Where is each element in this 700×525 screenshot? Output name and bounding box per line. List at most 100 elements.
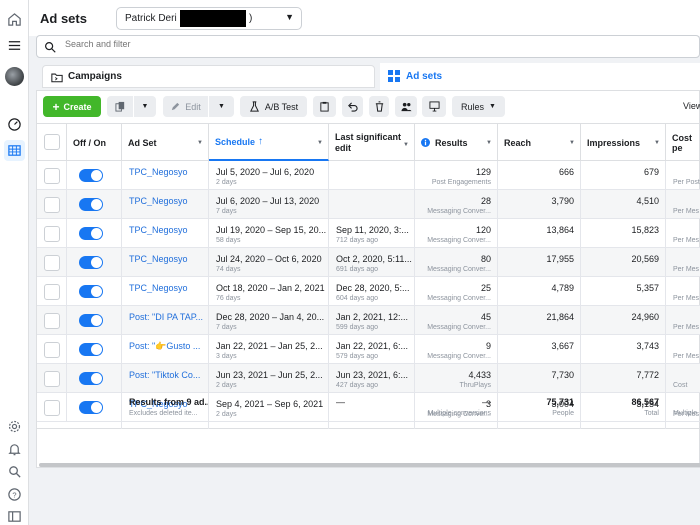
search-filter-bar[interactable] (36, 35, 700, 58)
tab-campaigns[interactable]: Campaigns (42, 65, 375, 88)
impressions-value: 20,569 (631, 254, 659, 264)
adset-name-link[interactable]: TPC_Negosyo (129, 196, 188, 206)
row-toggle-cell (67, 190, 122, 218)
last-edit-date: Sep 11, 2020, 3:... (336, 225, 409, 235)
adset-name-link[interactable]: Post: "DI PA TAP... (129, 312, 203, 322)
results-type: Messaging Conver... (427, 324, 491, 331)
undo-button[interactable] (342, 96, 363, 117)
notifications-bell-icon[interactable] (4, 439, 25, 460)
last-edit-ago: 604 days ago (336, 295, 379, 302)
schedule-range: Jun 23, 2021 – Jun 25, 2... (216, 370, 323, 380)
results-type: Post Engagements (431, 179, 491, 186)
impressions-value: 5,357 (636, 283, 659, 293)
table-row[interactable]: TPC_Negosyo Jul 24, 2020 – Oct 6, 2020 74 … (37, 248, 700, 277)
last-edit-date: Jun 23, 2021, 6:... (336, 370, 409, 380)
col-impressions[interactable]: Impressions ▼ (581, 124, 666, 161)
help-icon[interactable]: ? (4, 484, 25, 505)
account-name: Patrick Deri (2 (125, 13, 189, 24)
on-off-toggle[interactable] (79, 343, 103, 356)
col-results[interactable]: Results ▼ (415, 124, 498, 161)
delete-button[interactable] (369, 96, 389, 117)
collapse-panel-icon[interactable] (4, 506, 25, 525)
col-ad-set[interactable]: Ad Set ▼ (122, 124, 209, 161)
on-off-toggle[interactable] (79, 256, 103, 269)
select-all-checkbox[interactable] (44, 134, 60, 150)
table-row[interactable]: TPC_Negosyo Jul 19, 2020 – Sep 15, 20... 5… (37, 219, 700, 248)
table-row[interactable]: TPC_Negosyo Oct 18, 2020 – Jan 2, 2021 76 … (37, 277, 700, 306)
row-checkbox[interactable] (44, 284, 60, 300)
results-value: 4,433 (468, 370, 491, 380)
row-toggle-cell (67, 161, 122, 189)
preview-button[interactable] (422, 96, 446, 117)
clipboard-button[interactable] (313, 96, 336, 117)
home-icon[interactable] (4, 9, 25, 30)
table-row[interactable]: TPC_Negosyo Jul 6, 2020 – Jul 13, 2020 7 d… (37, 190, 700, 219)
svg-text:?: ? (12, 490, 16, 499)
on-off-toggle[interactable] (79, 169, 103, 182)
duplicate-button[interactable] (107, 96, 133, 117)
audience-button[interactable] (395, 96, 417, 117)
col-off-on[interactable]: Off / On (67, 124, 122, 161)
col-last-edit[interactable]: Last significant edit ▼ (329, 124, 415, 161)
row-toggle-cell (67, 364, 122, 392)
table-row[interactable]: Post: "DI PA TAP... Dec 28, 2020 – Jan 4,… (37, 306, 700, 335)
table-row[interactable]: Post: "Tiktok Co... Jun 23, 2021 – Jun 25… (37, 364, 700, 393)
col-cost[interactable]: Cost pe (666, 124, 700, 161)
tab-adsets[interactable]: Ad sets (380, 63, 700, 90)
rules-dropdown[interactable]: Rules ▼ (452, 96, 505, 117)
edit-dropdown[interactable]: ▼ (209, 96, 234, 117)
avatar[interactable] (5, 67, 24, 86)
on-off-toggle[interactable] (79, 314, 103, 327)
caret-down-icon: ▼ (317, 140, 323, 146)
col-ad-set-label: Ad Set (128, 137, 157, 148)
left-nav-rail: ? (0, 0, 29, 525)
adset-name-link[interactable]: TPC_Negosyo (129, 254, 188, 264)
row-checkbox[interactable] (44, 255, 60, 271)
view-menu[interactable]: View (683, 101, 700, 111)
table-row[interactable]: Post: "👉Gusto ... Jan 22, 2021 – Jan 25, … (37, 335, 700, 364)
on-off-toggle[interactable] (79, 285, 103, 298)
row-checkbox[interactable] (44, 168, 60, 184)
col-impressions-label: Impressions (587, 137, 641, 148)
adset-name-link[interactable]: Post: "Tiktok Co... (129, 370, 200, 380)
caret-down-icon: ▼ (403, 142, 409, 148)
row-checkbox[interactable] (44, 313, 60, 329)
create-button[interactable]: + Create (43, 96, 101, 117)
dashboard-gauge-icon[interactable] (4, 114, 25, 135)
row-toggle-cell (67, 219, 122, 247)
adset-name-link[interactable]: TPC_Negosyo (129, 283, 188, 293)
caret-down-icon: ▼ (486, 140, 492, 146)
table-row[interactable]: TPC_Negosyo Jul 5, 2020 – Jul 6, 2020 2 da… (37, 161, 700, 190)
search-icon[interactable] (4, 461, 25, 482)
caret-down-icon: ▼ (489, 103, 496, 110)
grid-icon (388, 70, 400, 82)
horizontal-scrollbar[interactable] (39, 463, 700, 467)
search-input[interactable] (65, 39, 365, 49)
duplicate-dropdown[interactable]: ▼ (134, 96, 156, 117)
ab-test-label: A/B Test (264, 101, 299, 112)
col-schedule[interactable]: Schedule ↑ ▼ (209, 124, 329, 161)
table-icon[interactable] (4, 140, 25, 161)
on-off-toggle[interactable] (79, 227, 103, 240)
adset-name-link[interactable]: Post: "👉Gusto ... (129, 341, 200, 352)
row-checkbox[interactable] (44, 371, 60, 387)
settings-gear-icon[interactable] (4, 416, 25, 437)
search-icon (45, 42, 56, 53)
account-selector[interactable]: Patrick Deri (2) ▼ (116, 7, 302, 30)
results-value: 80 (480, 254, 491, 264)
row-checkbox[interactable] (44, 342, 60, 358)
last-edit-ago: 691 days ago (336, 266, 379, 273)
edit-button[interactable]: Edit (163, 96, 208, 117)
row-checkbox[interactable] (44, 197, 60, 213)
adset-name-link[interactable]: TPC_Negosyo (129, 225, 188, 235)
last-edit-date: Jan 2, 2021, 12:... (336, 312, 409, 322)
adset-name-link[interactable]: TPC_Negosyo (129, 167, 188, 177)
info-icon (421, 138, 430, 147)
col-reach[interactable]: Reach ▼ (498, 124, 581, 161)
on-off-toggle[interactable] (79, 372, 103, 385)
ab-test-button[interactable]: A/B Test (240, 96, 307, 117)
on-off-toggle[interactable] (79, 198, 103, 211)
row-select-cell (37, 161, 67, 189)
menu-icon[interactable] (4, 35, 25, 56)
row-checkbox[interactable] (44, 226, 60, 242)
